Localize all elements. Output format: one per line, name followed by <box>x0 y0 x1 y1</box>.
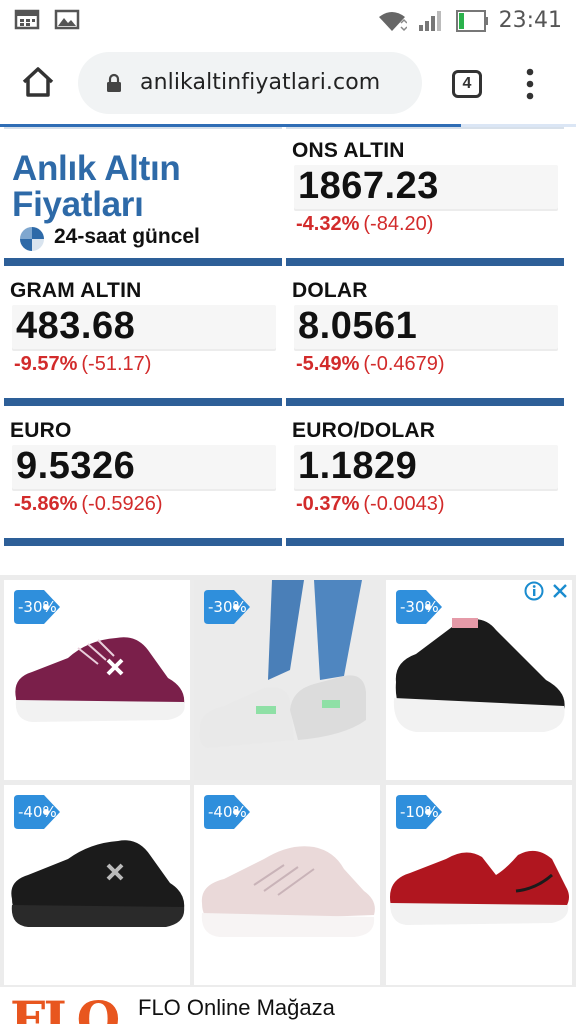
cell-bottom-bar <box>4 258 282 266</box>
price-title: ONS ALTIN <box>292 139 405 162</box>
ad-footer[interactable]: FLO FLO Online Mağaza <box>0 987 576 1024</box>
price-card-dolar[interactable]: DOLAR 8.0561 -5.49% (-0.4679) <box>286 267 564 406</box>
price-title: EURO <box>10 419 72 442</box>
change-percent: -9.57% <box>14 353 78 375</box>
price-value-box: 1867.23 <box>294 165 558 211</box>
sneaker-image <box>201 846 375 937</box>
refresh-badge-icon <box>20 227 44 251</box>
calendar-icon <box>14 9 40 30</box>
lock-icon <box>107 73 121 92</box>
ad-title[interactable]: FLO Online Mağaza <box>138 995 335 1021</box>
signal-icon <box>418 10 441 31</box>
price-value: 1.1829 <box>298 445 418 487</box>
sneaker-image <box>390 850 569 925</box>
change-percent: -5.86% <box>14 493 78 515</box>
sneaker-image <box>11 840 185 927</box>
sneaker-image <box>393 618 565 732</box>
ad-product-grid: -30% -30% -30% -40% -40% -10% <box>0 575 576 987</box>
status-bar: 23:41 <box>0 0 576 40</box>
sneaker-image <box>15 637 185 722</box>
tab-count: 4 <box>462 75 472 92</box>
cell-bottom-bar <box>286 258 564 266</box>
flo-logo: FLO <box>10 995 120 1024</box>
ad-product-tile[interactable]: -30% <box>194 580 380 780</box>
ad-product-tile[interactable]: -30% <box>386 580 572 780</box>
site-logo-line1: Anlık Altın <box>12 149 181 188</box>
price-title: EURO/DOLAR <box>292 419 436 442</box>
price-value: 1867.23 <box>298 165 439 207</box>
change-percent: -5.49% <box>296 353 360 375</box>
price-value-box: 1.1829 <box>294 445 558 491</box>
ad-product-tile[interactable]: -40% <box>194 785 380 985</box>
address-bar[interactable]: anlikaltinfiyatlari.com <box>78 52 422 114</box>
cell-bottom-bar <box>286 398 564 406</box>
clock: 23:41 <box>498 8 562 33</box>
tab-switcher-button[interactable]: 4 <box>452 70 482 98</box>
price-change: -9.57% (-51.17) <box>14 353 151 376</box>
price-value: 9.5326 <box>16 445 136 487</box>
cell-bottom-bar <box>4 398 282 406</box>
browser-toolbar: anlikaltinfiyatlari.com 4 <box>0 40 576 127</box>
ad-product-tile[interactable]: -30% <box>4 580 190 780</box>
ad-product-tile[interactable]: -40% <box>4 785 190 985</box>
price-value: 8.0561 <box>298 305 418 347</box>
price-card-gram-altin[interactable]: GRAM ALTIN 483.68 -9.57% (-51.17) <box>4 267 282 406</box>
discount-label: -40% <box>208 803 247 821</box>
ad-info-icon[interactable] <box>524 581 544 601</box>
price-value-box: 9.5326 <box>12 445 276 491</box>
cell-divider <box>4 127 282 129</box>
discount-label: -10% <box>400 803 439 821</box>
price-card-euro-dolar[interactable]: EURO/DOLAR 1.1829 -0.37% (-0.0043) <box>286 407 564 546</box>
site-logo-subtitle: 24-saat güncel <box>54 225 200 248</box>
cell-bottom-bar <box>4 538 282 546</box>
price-card-ons-altin[interactable]: ONS ALTIN 1867.23 -4.32% (-84.20) <box>286 127 564 266</box>
battery-icon <box>455 9 488 32</box>
price-title: GRAM ALTIN <box>10 279 142 302</box>
ad-close-icon[interactable] <box>550 581 570 601</box>
wifi-icon <box>378 11 407 31</box>
price-value-box: 8.0561 <box>294 305 558 351</box>
price-card-euro[interactable]: EURO 9.5326 -5.86% (-0.5926) <box>4 407 282 546</box>
sneaker-image <box>199 580 366 748</box>
discount-badge: -10% <box>392 793 444 831</box>
price-change: -0.37% (-0.0043) <box>296 493 445 516</box>
overflow-menu-icon[interactable] <box>520 66 540 102</box>
discount-label: -40% <box>18 803 57 821</box>
change-percent: -4.32% <box>296 213 360 235</box>
change-absolute: (-84.20) <box>363 213 434 235</box>
image-icon <box>54 9 80 30</box>
change-absolute: (-0.4679) <box>363 353 445 375</box>
site-logo-line2: Fiyatları <box>12 185 144 224</box>
price-change: -5.86% (-0.5926) <box>14 493 163 516</box>
change-absolute: (-0.0043) <box>363 493 445 515</box>
price-change: -5.49% (-0.4679) <box>296 353 445 376</box>
change-absolute: (-0.5926) <box>81 493 163 515</box>
discount-label: -30% <box>18 598 57 616</box>
cell-bottom-bar <box>286 538 564 546</box>
home-icon[interactable] <box>18 62 58 102</box>
price-title: DOLAR <box>292 279 368 302</box>
price-value-box: 483.68 <box>12 305 276 351</box>
price-value: 483.68 <box>16 305 136 347</box>
price-change: -4.32% (-84.20) <box>296 213 433 236</box>
url-text[interactable]: anlikaltinfiyatlari.com <box>140 70 380 95</box>
ad-product-tile[interactable]: -10% <box>386 785 572 985</box>
price-grid: Anlık Altın Fiyatları 24-saat güncel ONS… <box>0 127 576 547</box>
cell-divider <box>286 127 564 129</box>
site-logo-cell[interactable]: Anlık Altın Fiyatları 24-saat güncel <box>4 127 282 266</box>
change-absolute: (-51.17) <box>81 353 152 375</box>
advertisement[interactable]: -30% -30% -30% -40% -40% -10% FLO Online… <box>0 575 576 1024</box>
change-percent: -0.37% <box>296 493 360 515</box>
